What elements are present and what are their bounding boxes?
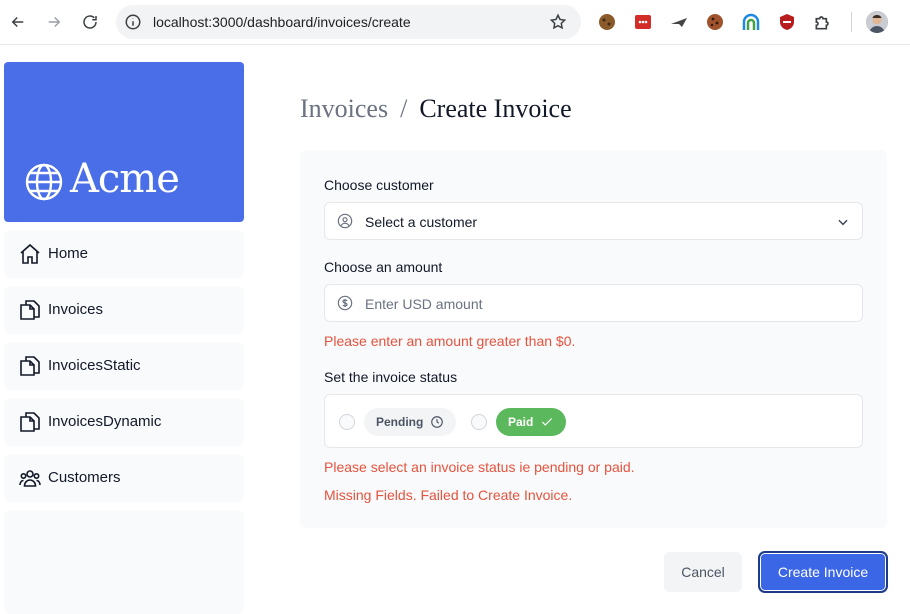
breadcrumb-current: Create Invoice: [419, 94, 572, 123]
plane-extension-icon[interactable]: [669, 12, 689, 32]
users-icon: [19, 470, 41, 487]
home-icon: [20, 243, 40, 264]
shield-extension-icon[interactable]: [777, 12, 797, 32]
amount-error: Please enter an amount greater than $0.: [324, 333, 576, 349]
sidebar-item-customers[interactable]: Customers: [4, 454, 244, 502]
customer-select[interactable]: Select a customer: [324, 202, 863, 240]
browser-toolbar: localhost:3000/dashboard/invoices/create: [0, 0, 910, 45]
chevron-down-icon: [838, 219, 848, 226]
check-icon: [542, 418, 553, 426]
breadcrumb-separator: /: [400, 94, 408, 123]
reload-icon: [83, 15, 97, 29]
lastpass-extension-icon[interactable]: [633, 12, 653, 32]
forward-button[interactable]: [43, 11, 65, 33]
avatar-icon: [866, 11, 888, 33]
user-circle-icon: [337, 213, 353, 229]
status-label: Set the invoice status: [324, 369, 458, 385]
cookie-extension-icon[interactable]: [597, 12, 617, 32]
pending-radio[interactable]: [339, 414, 355, 430]
sidebar-item-label: Invoices: [48, 301, 104, 318]
cancel-button[interactable]: Cancel: [664, 552, 742, 592]
cookie2-extension-icon[interactable]: [705, 12, 725, 32]
sidebar-item-label: Customers: [48, 469, 121, 486]
customer-label: Choose customer: [324, 177, 434, 193]
pending-label-text: Pending: [376, 415, 424, 429]
sidebar-item-home[interactable]: Home: [4, 230, 244, 278]
paid-label-text: Paid: [508, 415, 534, 429]
address-bar[interactable]: localhost:3000/dashboard/invoices/create: [116, 5, 581, 39]
breadcrumb: Invoices / Create Invoice: [300, 94, 572, 124]
profile-avatar[interactable]: [866, 11, 888, 33]
back-button[interactable]: [7, 11, 29, 33]
clock-icon: [431, 416, 444, 428]
pending-option-label[interactable]: Pending: [364, 408, 457, 436]
arch-extension-icon[interactable]: [741, 12, 761, 32]
create-invoice-button[interactable]: Create Invoice: [758, 551, 888, 593]
globe-icon: [25, 163, 63, 201]
info-icon[interactable]: [124, 13, 142, 31]
breadcrumb-invoices-link[interactable]: Invoices: [300, 94, 388, 123]
document-icon: [20, 356, 40, 376]
bookmark-star-icon[interactable]: [549, 13, 567, 31]
logo-text: Acme: [70, 156, 180, 202]
toolbar-divider: [851, 12, 852, 32]
sidebar-item-label: InvoicesStatic: [48, 357, 141, 374]
amount-placeholder: Enter USD amount: [365, 296, 483, 312]
paid-radio[interactable]: [471, 414, 487, 430]
amount-field[interactable]: Enter USD amount: [324, 284, 863, 322]
paid-option-label[interactable]: Paid: [496, 408, 567, 436]
status-radio-group: Pending Paid: [324, 394, 863, 448]
arrow-right-icon: [48, 16, 61, 28]
reload-button[interactable]: [79, 11, 101, 33]
form-error: Missing Fields. Failed to Create Invoice…: [324, 487, 573, 503]
sidebar-spacer: [4, 510, 244, 614]
sidebar-item-invoices[interactable]: Invoices: [4, 286, 244, 334]
document-icon: [20, 300, 40, 320]
amount-label: Choose an amount: [324, 259, 443, 275]
puzzle-extensions-icon[interactable]: [813, 12, 833, 32]
document-icon: [20, 412, 40, 432]
sidebar-item-label: InvoicesDynamic: [48, 413, 162, 430]
sidebar-item-label: Home: [48, 245, 89, 262]
acme-logo-banner[interactable]: Acme: [4, 62, 244, 222]
sidebar-item-invoices-static[interactable]: InvoicesStatic: [4, 342, 244, 390]
dollar-circle-icon: [337, 295, 353, 311]
sidebar-item-invoices-dynamic[interactable]: InvoicesDynamic: [4, 398, 244, 446]
arrow-left-icon: [11, 16, 24, 28]
customer-select-value: Select a customer: [365, 214, 478, 230]
status-error: Please select an invoice status ie pendi…: [324, 459, 635, 475]
url-text[interactable]: localhost:3000/dashboard/invoices/create: [153, 14, 411, 30]
